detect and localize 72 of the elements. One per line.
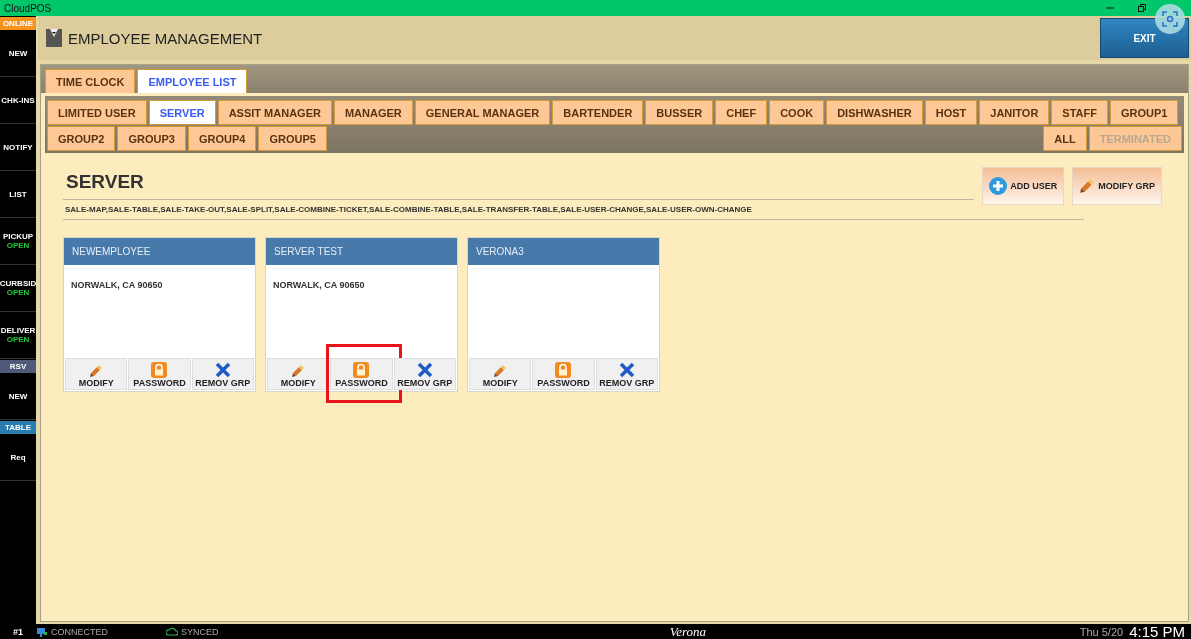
role-tab[interactable]: SERVER xyxy=(148,100,216,125)
connection-status: CONNECTED xyxy=(51,626,108,637)
close-icon xyxy=(416,362,433,378)
close-icon xyxy=(618,362,635,378)
status-text: OPEN xyxy=(6,335,30,344)
sidebar-button[interactable]: CURBSID xyxy=(0,279,37,288)
page-title: EMPLOYEE MANAGEMENT xyxy=(68,29,264,47)
date-text: Thu 5/20 xyxy=(1079,625,1124,638)
role-tab[interactable]: MANAGER xyxy=(333,100,413,125)
modify-button[interactable]: MODIFY xyxy=(65,358,128,390)
restore-icon[interactable] xyxy=(1137,3,1147,13)
sidebar-label: ONLINE xyxy=(0,17,36,30)
pencil-icon xyxy=(493,364,508,378)
close-icon xyxy=(214,362,231,378)
network-icon xyxy=(36,625,48,638)
role-tab[interactable]: CHEF xyxy=(715,100,768,125)
store-name: Verona xyxy=(668,623,708,639)
role-tab[interactable]: DISHWASHER xyxy=(826,100,923,125)
cloud-icon xyxy=(166,627,178,636)
tab[interactable]: TIME CLOCK xyxy=(45,69,136,93)
status-text: OPEN xyxy=(6,241,30,250)
role-tab[interactable]: GROUP3 xyxy=(117,126,186,151)
tab[interactable]: EMPLOYEE LIST xyxy=(137,69,248,93)
sidebar-button[interactable]: DELIVER xyxy=(0,326,36,335)
pencil-icon xyxy=(291,364,306,378)
terminal-number: #1 xyxy=(12,626,24,637)
password-button[interactable]: PASSWORD xyxy=(330,358,393,390)
group-title: SERVER xyxy=(63,167,975,200)
role-tab[interactable]: HOST xyxy=(924,100,978,125)
lock-icon xyxy=(555,362,572,378)
role-tab[interactable]: LIMITED USER xyxy=(47,100,147,125)
window-title: CloudPOS xyxy=(4,2,53,14)
password-button[interactable]: PASSWORD xyxy=(532,358,595,390)
employee-name: VERONA3 xyxy=(468,238,659,265)
exit-button[interactable]: EXIT xyxy=(1100,18,1189,58)
remove-group-button[interactable]: REMOV GRP xyxy=(191,358,254,390)
role-tab[interactable]: COOK xyxy=(769,100,825,125)
remove-group-button[interactable]: REMOV GRP xyxy=(595,358,658,390)
capture-icon xyxy=(1162,11,1178,27)
tuxedo-icon xyxy=(46,29,62,47)
role-tab[interactable]: GENERAL MANAGER xyxy=(414,100,551,125)
lock-icon xyxy=(151,362,168,378)
role-tab[interactable]: GROUP1 xyxy=(1110,100,1179,125)
role-tab[interactable]: BUSSER xyxy=(645,100,714,125)
role-tab[interactable]: BARTENDER xyxy=(552,100,644,125)
add-user-button[interactable]: ADD USER xyxy=(982,167,1065,205)
sync-status: SYNCED xyxy=(181,626,219,637)
pencil-icon xyxy=(1079,178,1096,194)
employee-name: NEWEMPLOYEE xyxy=(64,238,255,265)
filter-tab[interactable]: ALL xyxy=(1043,126,1087,151)
role-tab[interactable]: ASSIT MANAGER xyxy=(217,100,332,125)
lock-icon xyxy=(353,362,370,378)
sidebar-label: RSV xyxy=(0,360,36,373)
pencil-icon xyxy=(89,364,104,378)
employee-address: NORWALK, CA 90650 xyxy=(273,280,365,290)
employee-name: SERVER TEST xyxy=(266,238,457,265)
role-tab[interactable]: GROUP5 xyxy=(258,126,327,151)
employee-address: NORWALK, CA 90650 xyxy=(71,280,163,290)
role-tab[interactable]: GROUP4 xyxy=(187,126,257,151)
password-button[interactable]: PASSWORD xyxy=(128,358,191,390)
role-tab[interactable]: JANITOR xyxy=(979,100,1050,125)
time-text: 4:15 PM xyxy=(1129,623,1185,639)
role-tab[interactable]: GROUP2 xyxy=(47,126,116,151)
screen-capture-button[interactable] xyxy=(1155,4,1185,34)
add-icon xyxy=(989,177,1008,195)
modify-group-button[interactable]: MODIFY GRP xyxy=(1072,167,1162,205)
modify-button[interactable]: MODIFY xyxy=(469,358,532,390)
remove-group-button[interactable]: REMOV GRP xyxy=(393,358,456,390)
role-tab[interactable]: STAFF xyxy=(1051,100,1108,125)
status-text: OPEN xyxy=(6,288,30,297)
sidebar-button[interactable]: PICKUP xyxy=(2,232,34,241)
sidebar-label: TABLE xyxy=(0,421,36,434)
